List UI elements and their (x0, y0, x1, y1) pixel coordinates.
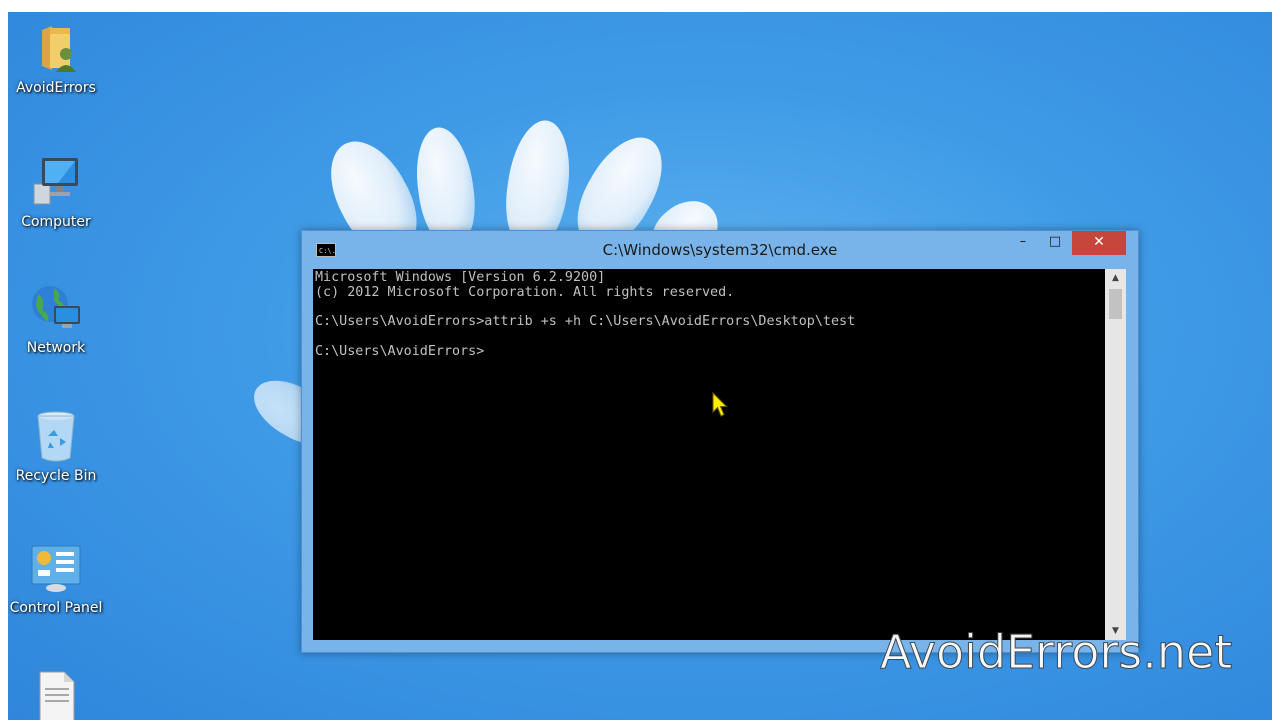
control-panel-icon (28, 540, 84, 596)
desktop-icon-label: Network (26, 340, 86, 356)
desktop-icon-label: Computer (21, 214, 91, 230)
user-folder-icon (28, 20, 84, 76)
desktop-icon-label: AvoidErrors (16, 80, 96, 96)
chevron-up-icon: ▲ (1112, 273, 1119, 283)
scrollbar-thumb[interactable] (1109, 289, 1122, 319)
maximize-icon: □ (1048, 234, 1062, 249)
close-button[interactable]: ✕ (1072, 231, 1126, 255)
cmd-window[interactable]: C:\. C:\Windows\system32\cmd.exe – □ ✕ M… (301, 230, 1139, 653)
close-icon: ✕ (1093, 234, 1105, 250)
mouse-pointer-icon (712, 391, 728, 418)
title-bar[interactable]: C:\. C:\Windows\system32\cmd.exe – □ ✕ (302, 231, 1138, 269)
minimize-icon: – (1019, 234, 1027, 249)
recycle-bin-icon (28, 408, 84, 464)
desktop-icon-control-panel[interactable]: Control Panel (8, 540, 104, 616)
console-area[interactable]: Microsoft Windows [Version 6.2.9200] (c)… (313, 269, 1105, 640)
scroll-up-button[interactable]: ▲ (1105, 269, 1126, 287)
maximize-button[interactable]: □ (1040, 231, 1070, 255)
desktop-icon-text-file[interactable] (8, 668, 104, 720)
minimize-button[interactable]: – (1008, 231, 1038, 255)
vertical-scrollbar[interactable]: ▲ ▼ (1105, 269, 1126, 640)
desktop-icon-recycle-bin[interactable]: Recycle Bin (8, 408, 104, 484)
watermark-text: AvoidErrors.net (879, 625, 1233, 680)
desktop-icon-computer[interactable]: Computer (8, 154, 104, 230)
desktop-icon-label: Recycle Bin (15, 468, 97, 484)
console-output: Microsoft Windows [Version 6.2.9200] (c)… (315, 270, 856, 359)
network-icon (28, 280, 84, 336)
desktop-icon-network[interactable]: Network (8, 280, 104, 356)
desktop-icon-label: Control Panel (9, 600, 103, 616)
computer-icon (28, 154, 84, 210)
text-file-icon (28, 668, 84, 720)
desktop-icon-avoiderrors[interactable]: AvoidErrors (8, 20, 104, 96)
